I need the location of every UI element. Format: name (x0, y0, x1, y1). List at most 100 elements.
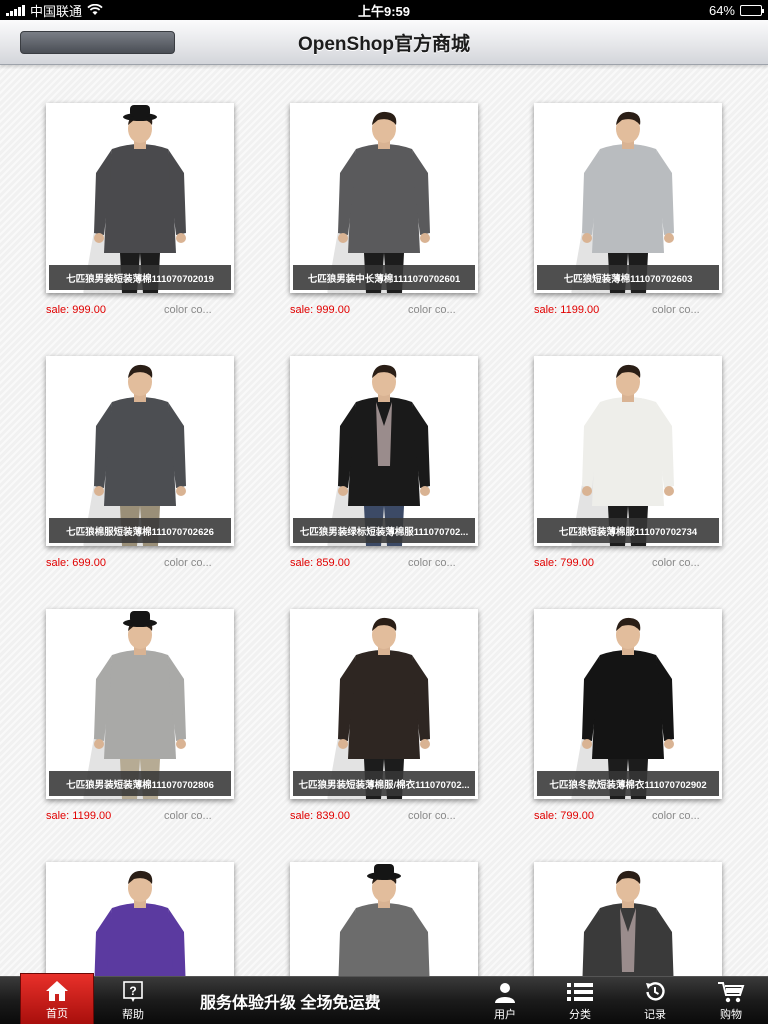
color-options-link[interactable]: color co... (408, 810, 478, 822)
price-prefix: sale: (290, 810, 317, 822)
price-value: 839.00 (316, 810, 350, 822)
product-price: sale: 999.00 (46, 304, 106, 316)
product-meta: sale: 1199.00 color co... (534, 304, 722, 316)
product-meta: sale: 699.00 color co... (46, 557, 234, 569)
tab-bar: 首页 ? 帮助 服务体验升级 全场免运费 用户 分类 记录 购物 (0, 973, 768, 1024)
product-name: 七匹狼棉服短装薄棉111070702626 (66, 526, 214, 538)
price-prefix: sale: (534, 557, 561, 569)
product-name-bar: 七匹狼男装短装薄棉111070702806 (49, 771, 231, 796)
product-photo[interactable]: 七匹狼男装中长薄棉1111070702601 (290, 103, 478, 293)
tab-home[interactable]: 首页 (20, 973, 94, 1024)
price-value: 799.00 (560, 810, 594, 822)
product-name-bar: 七匹狼男装中长薄棉1111070702601 (293, 265, 475, 290)
product-name-bar: 七匹狼短装薄棉服111070702734 (537, 518, 719, 543)
tab-help-label: 帮助 (122, 1009, 144, 1021)
help-icon: ? (123, 981, 143, 1002)
color-options-link[interactable]: color co... (408, 557, 478, 569)
color-options-link[interactable]: color co... (652, 557, 722, 569)
product-grid: 七匹狼男装短装薄棉111070702019 sale: 999.00 color c… (46, 103, 722, 1024)
product-meta: sale: 799.00 color co... (534, 810, 722, 822)
tab-category[interactable]: 分类 (543, 977, 617, 1024)
product-name: 七匹狼短装薄棉111070702603 (563, 273, 693, 285)
price-prefix: sale: (290, 557, 317, 569)
product-meta: sale: 859.00 color co... (290, 557, 478, 569)
product-name: 七匹狼男装中长薄棉1111070702601 (307, 273, 461, 285)
shopping-cart-icon (718, 982, 745, 1003)
price-value: 859.00 (316, 557, 350, 569)
product-price: sale: 799.00 (534, 810, 594, 822)
price-value: 1199.00 (72, 810, 112, 822)
product-card[interactable]: 七匹狼男装短装薄棉111070702019 sale: 999.00 color c… (46, 103, 234, 316)
color-options-link[interactable]: color co... (164, 810, 234, 822)
color-options-link[interactable]: color co... (408, 304, 478, 316)
product-name-bar: 七匹狼冬款短装薄棉衣111070702902 (537, 771, 719, 796)
product-card[interactable]: 七匹狼男装绿标短装薄棉服111070702... sale: 859.00 colo… (290, 356, 478, 569)
product-name-bar: 七匹狼男装绿标短装薄棉服111070702... (293, 518, 475, 543)
color-options-link[interactable]: color co... (652, 304, 722, 316)
product-name: 七匹狼男装短装薄棉111070702806 (66, 779, 214, 791)
price-value: 999.00 (72, 304, 106, 316)
product-photo[interactable]: 七匹狼短装薄棉服111070702734 (534, 356, 722, 546)
price-value: 1199.00 (560, 304, 600, 316)
wifi-icon (87, 4, 103, 15)
product-card[interactable]: 七匹狼男装中长薄棉1111070702601 sale: 999.00 color … (290, 103, 478, 316)
price-value: 799.00 (560, 557, 594, 569)
product-name: 七匹狼男装绿标短装薄棉服111070702... (299, 526, 469, 538)
history-icon (646, 982, 665, 1001)
home-icon (46, 981, 68, 1001)
product-price: sale: 1199.00 (46, 810, 111, 822)
promo-text: 服务体验升级 全场免运费 (200, 995, 381, 1012)
tab-category-label: 分类 (569, 1009, 591, 1021)
status-left: 中国联通 (6, 1, 206, 20)
tab-help[interactable]: ? 帮助 (96, 977, 170, 1024)
user-icon (495, 983, 515, 1003)
tab-user-label: 用户 (494, 1009, 516, 1021)
price-prefix: sale: (46, 557, 73, 569)
product-card[interactable]: 七匹狼短装薄棉服111070702734 sale: 799.00 color co… (534, 356, 722, 569)
svg-text:?: ? (129, 984, 136, 998)
navigation-bar: OpenShop官方商城 (0, 20, 768, 65)
color-options-link[interactable]: color co... (164, 557, 234, 569)
price-prefix: sale: (534, 304, 561, 316)
product-photo[interactable]: 七匹狼男装短装薄棉111070702019 (46, 103, 234, 293)
product-card[interactable]: 七匹狼男装短装薄棉服/棉衣111070702... sale: 839.00 col… (290, 609, 478, 822)
price-prefix: sale: (534, 810, 561, 822)
tab-home-label: 首页 (46, 1008, 68, 1020)
product-name: 七匹狼短装薄棉服111070702734 (558, 526, 698, 538)
tab-user[interactable]: 用户 (468, 977, 542, 1024)
product-price: sale: 839.00 (290, 810, 350, 822)
list-icon (567, 983, 593, 1001)
product-name-bar: 七匹狼棉服短装薄棉111070702626 (49, 518, 231, 543)
product-card[interactable]: 七匹狼短装薄棉111070702603 sale: 1199.00 color co… (534, 103, 722, 316)
product-photo[interactable]: 七匹狼冬款短装薄棉衣111070702902 (534, 609, 722, 799)
product-meta: sale: 799.00 color co... (534, 557, 722, 569)
tab-cart-label: 购物 (720, 1009, 742, 1021)
battery-icon (740, 4, 764, 16)
product-photo[interactable]: 七匹狼男装绿标短装薄棉服111070702... (290, 356, 478, 546)
product-meta: sale: 999.00 color co... (290, 304, 478, 316)
product-name: 七匹狼冬款短装薄棉衣111070702902 (549, 779, 707, 791)
product-meta: sale: 1199.00 color co... (46, 810, 234, 822)
product-photo[interactable]: 七匹狼男装短装薄棉服/棉衣111070702... (290, 609, 478, 799)
tab-history[interactable]: 记录 (618, 977, 692, 1024)
price-prefix: sale: (290, 304, 317, 316)
product-photo[interactable]: 七匹狼棉服短装薄棉111070702626 (46, 356, 234, 546)
price-prefix: sale: (46, 810, 73, 822)
product-name-bar: 七匹狼男装短装薄棉111070702019 (49, 265, 231, 290)
product-photo[interactable]: 七匹狼男装短装薄棉111070702806 (46, 609, 234, 799)
color-options-link[interactable]: color co... (164, 304, 234, 316)
product-price: sale: 799.00 (534, 557, 594, 569)
product-name-bar: 七匹狼男装短装薄棉服/棉衣111070702... (293, 771, 475, 796)
status-right: 64% (562, 3, 764, 18)
product-price: sale: 999.00 (290, 304, 350, 316)
product-meta: sale: 999.00 color co... (46, 304, 234, 316)
signal-strength-icon (6, 4, 25, 16)
product-photo[interactable]: 七匹狼短装薄棉111070702603 (534, 103, 722, 293)
product-card[interactable]: 七匹狼男装短装薄棉111070702806 sale: 1199.00 color … (46, 609, 234, 822)
page-title: OpenShop官方商城 (297, 34, 471, 55)
product-card[interactable]: 七匹狼冬款短装薄棉衣111070702902 sale: 799.00 color … (534, 609, 722, 822)
product-card[interactable]: 七匹狼棉服短装薄棉111070702626 sale: 699.00 color c… (46, 356, 234, 569)
color-options-link[interactable]: color co... (652, 810, 722, 822)
product-meta: sale: 839.00 color co... (290, 810, 478, 822)
tab-cart[interactable]: 购物 (694, 977, 768, 1024)
